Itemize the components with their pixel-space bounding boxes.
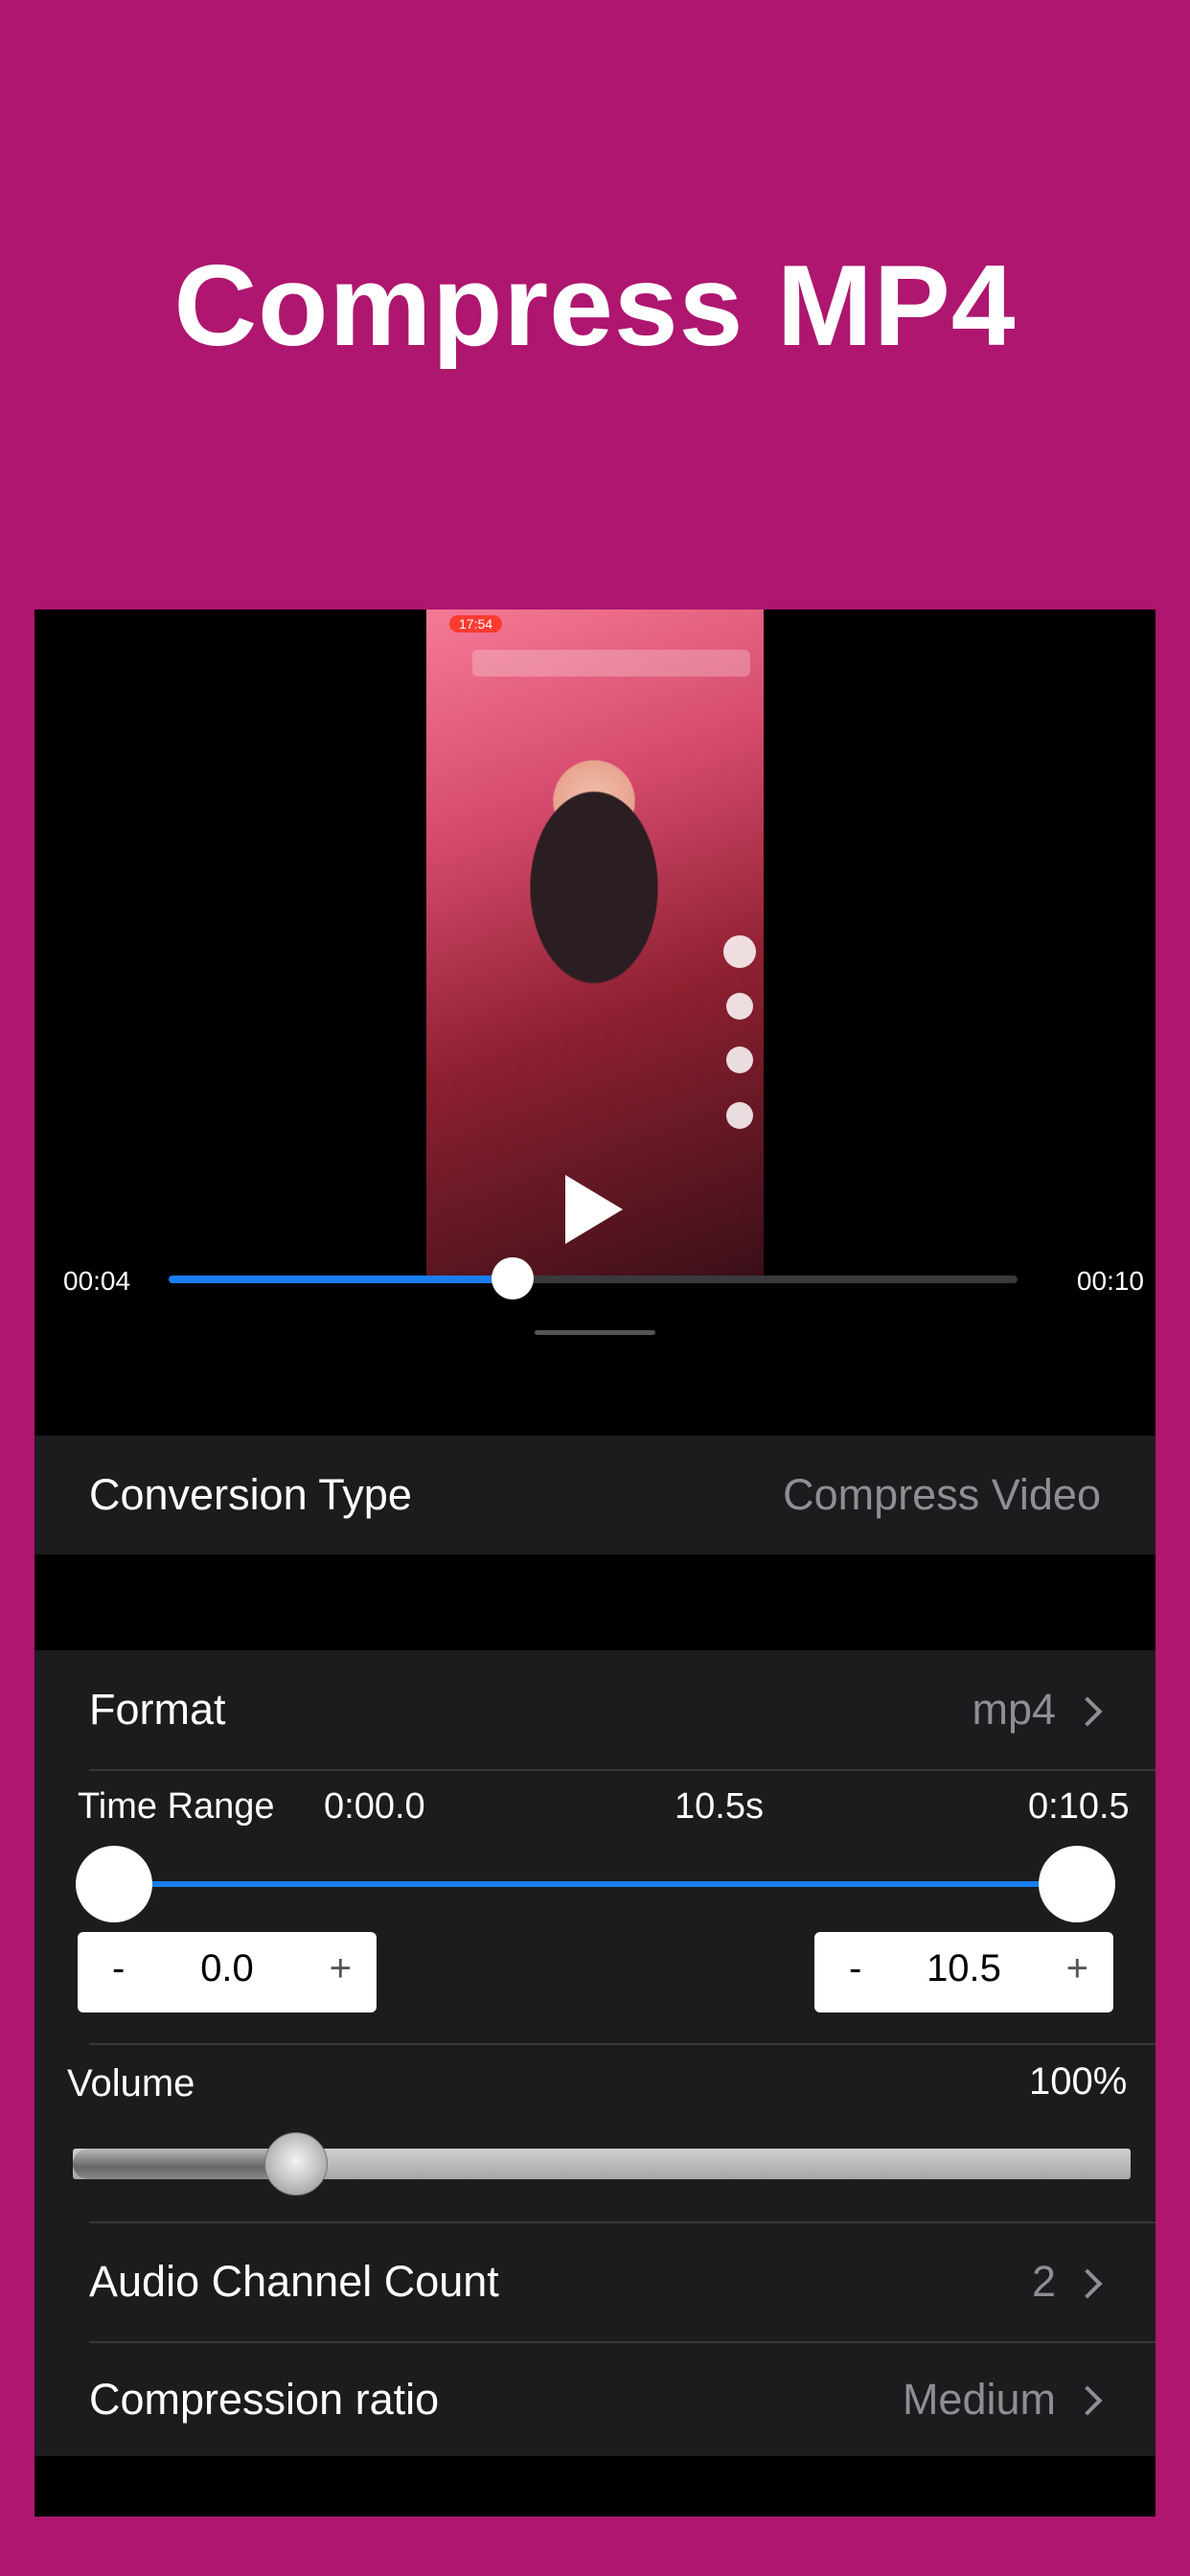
total-duration: 00:10	[1076, 1266, 1144, 1296]
video-player[interactable]: 17:54 00:04 00:10	[34, 610, 1156, 1436]
divider	[89, 1769, 1156, 1771]
play-icon[interactable]	[565, 1175, 623, 1244]
thumbnail-star-icon	[726, 1102, 753, 1129]
time-range-duration: 10.5s	[675, 1786, 764, 1827]
volume-value: 100%	[1029, 2060, 1128, 2103]
time-range-start: 0:00.0	[324, 1786, 425, 1827]
thumbnail-search-bar	[472, 650, 750, 677]
thumbnail-avatar	[723, 935, 756, 968]
chevron-right-icon	[1072, 1696, 1103, 1727]
thumbnail-like-icon	[726, 993, 753, 1020]
compression-ratio-row[interactable]: Compression ratio Medium	[34, 2342, 1156, 2456]
compression-ratio-value: Medium	[902, 2374, 1056, 2424]
compression-ratio-label: Compression ratio	[89, 2374, 440, 2424]
end-time-stepper[interactable]: - 10.5 +	[814, 1932, 1113, 2012]
thumbnail-comment-icon	[726, 1046, 753, 1073]
time-range-label: Time Range	[78, 1786, 275, 1827]
divider	[89, 2043, 1156, 2045]
page-title: Compress MP4	[173, 242, 1017, 370]
audio-channel-value: 2	[1031, 2257, 1056, 2306]
start-time-stepper[interactable]: - 0.0 +	[78, 1932, 377, 2012]
chevron-right-icon	[1072, 2385, 1103, 2416]
format-row[interactable]: Format mp4	[34, 1650, 1156, 1769]
conversion-type-row[interactable]: Conversion Type Compress Video	[34, 1436, 1156, 1554]
format-label: Format	[89, 1685, 226, 1734]
thumbnail-status-time: 17:54	[449, 615, 503, 632]
time-range-slider[interactable]	[113, 1881, 1077, 1887]
seek-bar[interactable]	[169, 1257, 1018, 1300]
app-screen: 17:54 00:04 00:10 Conversion Type Compre…	[34, 610, 1156, 2517]
end-increment-button[interactable]: +	[1066, 1947, 1088, 1990]
seek-bar-thumb[interactable]	[491, 1257, 534, 1300]
format-value: mp4	[972, 1685, 1056, 1734]
conversion-type-value: Compress Video	[783, 1470, 1101, 1519]
audio-channel-label: Audio Channel Count	[89, 2257, 499, 2306]
current-time: 00:04	[63, 1266, 131, 1296]
chevron-right-icon	[1072, 2268, 1103, 2299]
time-range-start-handle[interactable]	[76, 1846, 152, 1922]
settings-section: Format mp4 Time Range 0:00.0 10.5s 0:10.…	[34, 1650, 1156, 2456]
volume-label: Volume	[67, 2062, 195, 2104]
seek-bar-progress	[169, 1276, 513, 1283]
start-increment-button[interactable]: +	[330, 1947, 352, 1990]
conversion-type-label: Conversion Type	[89, 1470, 412, 1519]
time-range-end-handle[interactable]	[1039, 1846, 1115, 1922]
volume-slider-thumb[interactable]	[263, 2132, 328, 2196]
audio-channel-row[interactable]: Audio Channel Count 2	[34, 2222, 1156, 2341]
volume-slider[interactable]	[73, 2132, 1131, 2196]
time-range-end: 0:10.5	[1028, 1786, 1130, 1827]
home-indicator	[535, 1330, 655, 1335]
